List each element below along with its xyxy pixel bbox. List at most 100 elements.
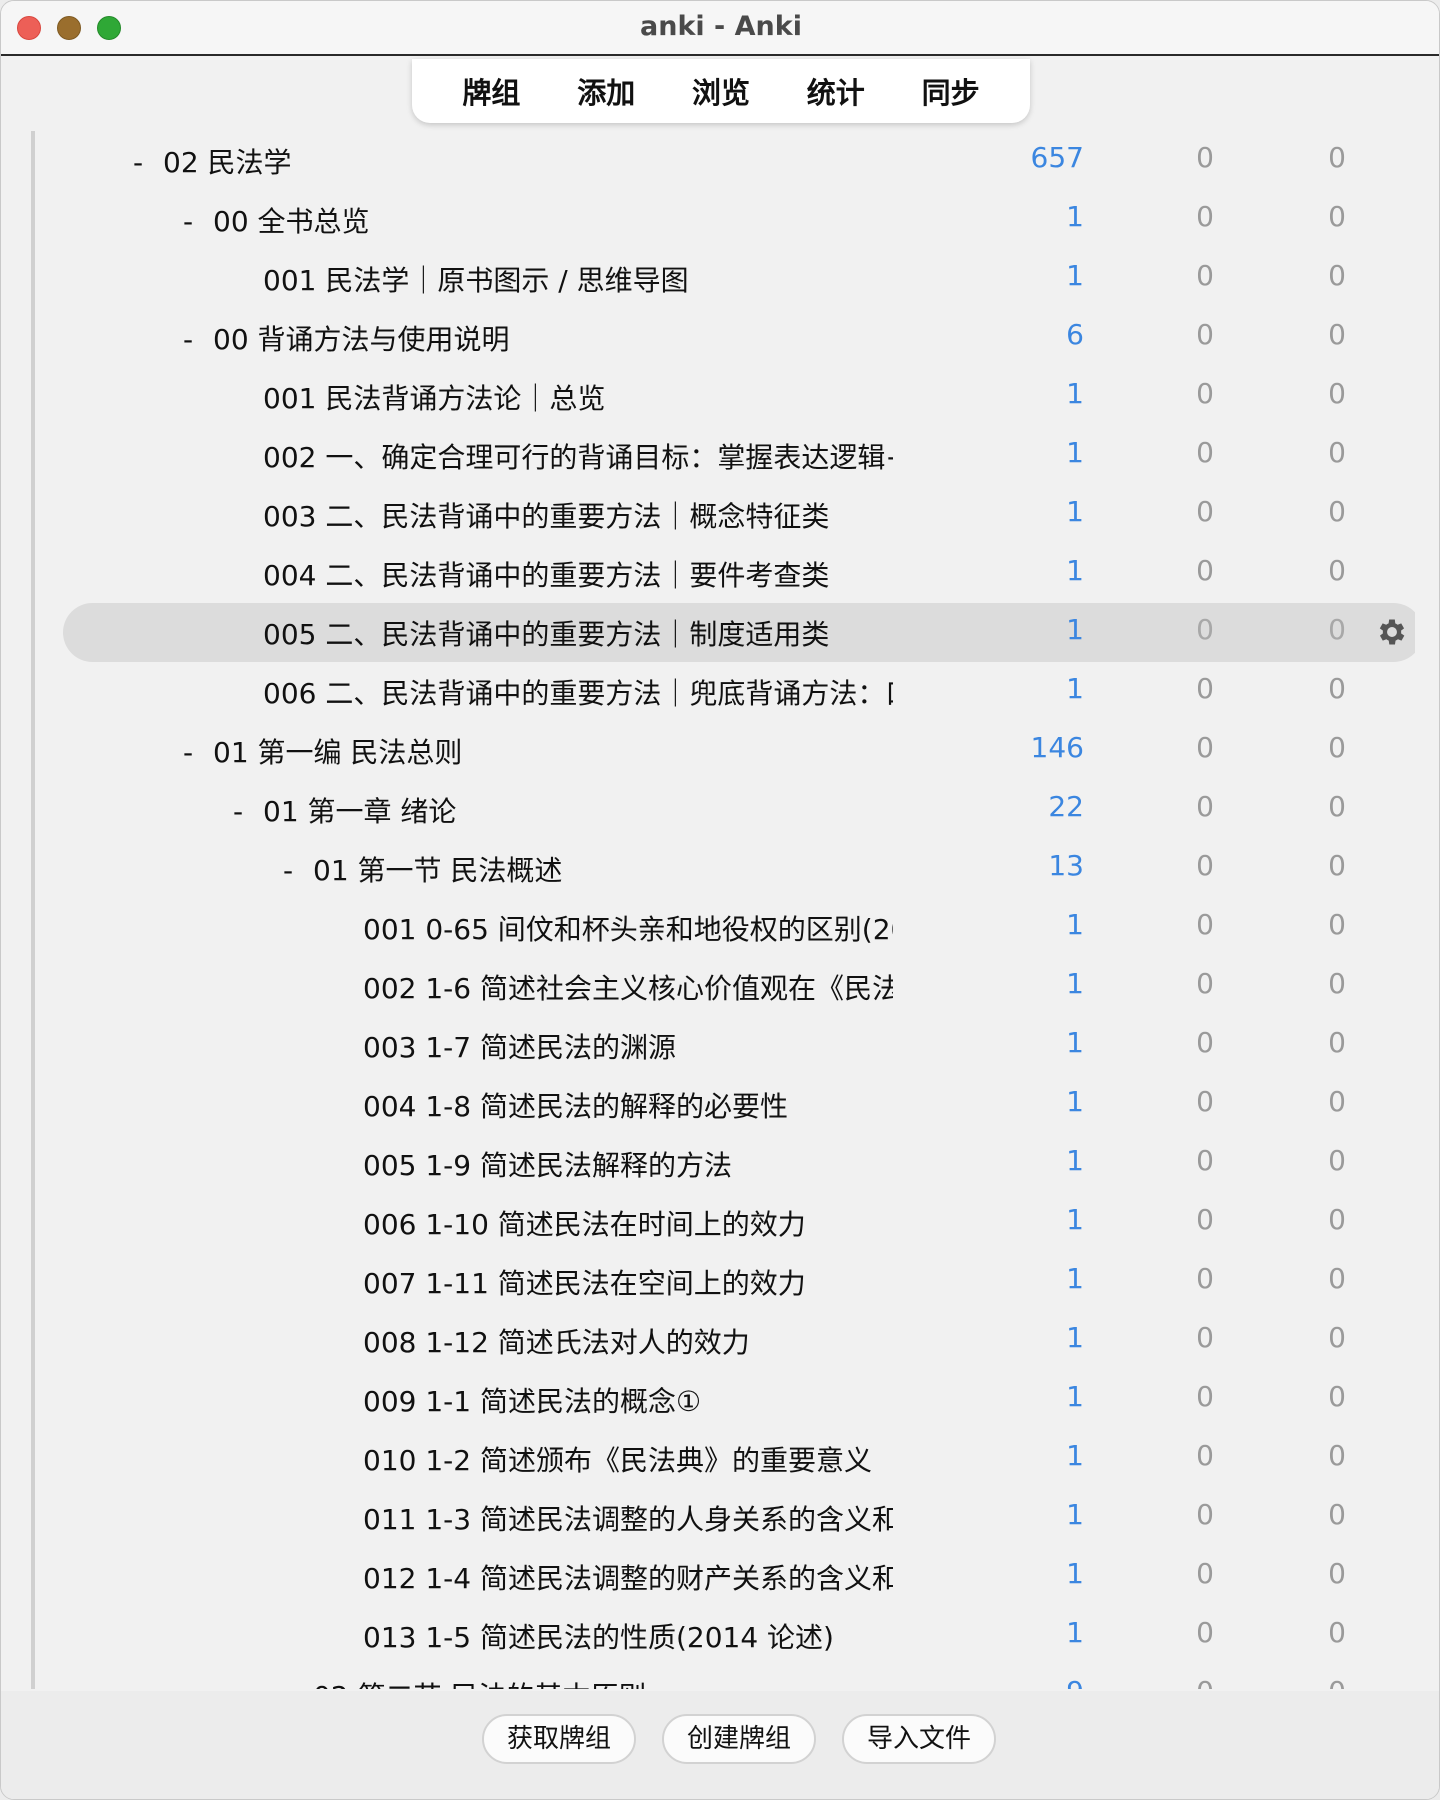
import-file-button[interactable]: 导入文件 bbox=[842, 1714, 996, 1764]
deck-row[interactable]: 002 一、确定合理可行的背诵目标：掌握表达逻辑+关 1 0 0 bbox=[63, 426, 1415, 485]
deck-name[interactable]: 009 1-1 简述民法的概念① bbox=[363, 1380, 893, 1420]
toolbar-browse-button[interactable]: 浏览 bbox=[678, 66, 764, 116]
deck-name[interactable]: -01 第一章 绪论 bbox=[233, 790, 863, 830]
collapse-toggle[interactable]: - bbox=[283, 1680, 313, 1689]
deck-name[interactable]: 003 1-7 简述民法的渊源 bbox=[363, 1026, 893, 1066]
deck-row[interactable]: 013 1-5 简述民法的性质(2014 论述) 1 0 0 bbox=[63, 1606, 1415, 1665]
deck-name[interactable]: 001 0-65 间伩和杯头亲和地役权的区别(2011 bbox=[363, 908, 893, 948]
new-count: 1 bbox=[1066, 377, 1084, 410]
deck-label: 012 1-4 简述民法调整的财产关系的含义和特 bbox=[363, 1562, 893, 1595]
deck-row[interactable]: 004 1-8 简述民法的解释的必要性 1 0 0 bbox=[63, 1075, 1415, 1134]
due-count: 0 bbox=[1328, 259, 1346, 292]
deck-row[interactable]: 011 1-3 简述民法调整的人身关系的含义和特 1 0 0 bbox=[63, 1488, 1415, 1547]
deck-name[interactable]: 008 1-12 简述氏法对人的效力 bbox=[363, 1321, 893, 1361]
new-count: 1 bbox=[1066, 1144, 1084, 1177]
deck-label: 001 0-65 间伩和杯头亲和地役权的区别(2011 bbox=[363, 913, 893, 946]
toolbar-add-button[interactable]: 添加 bbox=[563, 66, 649, 116]
toolbar-stats-button[interactable]: 统计 bbox=[793, 66, 879, 116]
deck-row[interactable]: 005 二、民法背诵中的重要方法｜制度适用类 1 0 0 bbox=[63, 603, 1415, 662]
deck-row[interactable]: -01 第一节 民法概述 13 0 0 bbox=[63, 839, 1415, 898]
deck-row[interactable]: 003 1-7 简述民法的渊源 1 0 0 bbox=[63, 1016, 1415, 1075]
deck-name[interactable]: 004 二、民法背诵中的重要方法｜要件考查类 bbox=[263, 554, 893, 594]
deck-label: 013 1-5 简述民法的性质(2014 论述) bbox=[363, 1621, 834, 1654]
new-count: 1 bbox=[1066, 672, 1084, 705]
deck-row[interactable]: 001 0-65 间伩和杯头亲和地役权的区别(2011 1 0 0 bbox=[63, 898, 1415, 957]
deck-row[interactable]: -01 第一编 民法总则 146 0 0 bbox=[63, 721, 1415, 780]
deck-row[interactable]: -01 第一章 绪论 22 0 0 bbox=[63, 780, 1415, 839]
collapse-toggle[interactable]: - bbox=[283, 854, 313, 887]
toolbar-decks-button[interactable]: 牌组 bbox=[448, 66, 534, 116]
deck-label: 003 1-7 简述民法的渊源 bbox=[363, 1031, 676, 1064]
deck-name[interactable]: 003 二、民法背诵中的重要方法｜概念特征类 bbox=[263, 495, 893, 535]
due-count: 0 bbox=[1328, 1321, 1346, 1354]
deck-name[interactable]: 001 民法学｜原书图示 / 思维导图 bbox=[263, 259, 893, 299]
deck-name[interactable]: 001 民法背诵方法论｜总览 bbox=[263, 377, 893, 417]
new-count: 6 bbox=[1066, 318, 1084, 351]
deck-row[interactable]: 001 民法学｜原书图示 / 思维导图 1 0 0 bbox=[63, 249, 1415, 308]
deck-name[interactable]: -01 第一编 民法总则 bbox=[183, 731, 863, 771]
collapse-toggle[interactable]: - bbox=[133, 146, 163, 179]
deck-name[interactable]: 005 1-9 简述民法解释的方法 bbox=[363, 1144, 893, 1184]
deck-list[interactable]: -02 民法学 657 0 0-00 全书总览 1 0 0 001 民法学｜原书图示 / 思维… bbox=[27, 131, 1415, 1689]
collapse-toggle[interactable]: - bbox=[233, 795, 263, 828]
deck-row[interactable]: 009 1-1 简述民法的概念① 1 0 0 bbox=[63, 1370, 1415, 1429]
new-count: 1 bbox=[1066, 1085, 1084, 1118]
new-count: 13 bbox=[1048, 849, 1084, 882]
deck-row[interactable]: 002 1-6 简述社会主义核心价值观在《民法典 1 0 0 bbox=[63, 957, 1415, 1016]
deck-row[interactable]: 003 二、民法背诵中的重要方法｜概念特征类 1 0 0 bbox=[63, 485, 1415, 544]
deck-name[interactable]: -02 第二节 民法的基本原则 bbox=[283, 1675, 863, 1689]
collapse-toggle[interactable]: - bbox=[183, 323, 213, 356]
title-bar: anki - Anki bbox=[1, 1, 1439, 56]
deck-name[interactable]: 002 1-6 简述社会主义核心价值观在《民法典 bbox=[363, 967, 893, 1007]
deck-row[interactable]: -02 第二节 民法的基本原则 9 0 0 bbox=[63, 1665, 1415, 1689]
deck-row[interactable]: 006 1-10 简述民法在时间上的效力 1 0 0 bbox=[63, 1193, 1415, 1252]
deck-name[interactable]: -01 第一节 民法概述 bbox=[283, 849, 863, 889]
deck-row[interactable]: 012 1-4 简述民法调整的财产关系的含义和特 1 0 0 bbox=[63, 1547, 1415, 1606]
deck-row[interactable]: 007 1-11 简述民法在空间上的效力 1 0 0 bbox=[63, 1252, 1415, 1311]
deck-row[interactable]: 005 1-9 简述民法解释的方法 1 0 0 bbox=[63, 1134, 1415, 1193]
deck-label: 001 民法背诵方法论｜总览 bbox=[263, 382, 606, 415]
get-shared-button[interactable]: 获取牌组 bbox=[482, 1714, 636, 1764]
deck-name[interactable]: -02 民法学 bbox=[133, 141, 863, 181]
deck-name[interactable]: -00 全书总览 bbox=[183, 200, 863, 240]
toolbar-sync-button[interactable]: 同步 bbox=[908, 66, 994, 116]
deck-name[interactable]: -00 背诵方法与使用说明 bbox=[183, 318, 863, 358]
deck-name[interactable]: 006 二、民法背诵中的重要方法｜兜底背诵方法：口 bbox=[263, 672, 893, 712]
deck-row[interactable]: 001 民法背诵方法论｜总览 1 0 0 bbox=[63, 367, 1415, 426]
deck-row[interactable]: 004 二、民法背诵中的重要方法｜要件考查类 1 0 0 bbox=[63, 544, 1415, 603]
new-count: 1 bbox=[1066, 908, 1084, 941]
deck-label: 010 1-2 简述颁布《民法典》的重要意义 bbox=[363, 1444, 872, 1477]
deck-name[interactable]: 013 1-5 简述民法的性质(2014 论述) bbox=[363, 1616, 893, 1656]
deck-label: 002 一、确定合理可行的背诵目标：掌握表达逻辑+关 bbox=[263, 441, 893, 474]
due-count: 0 bbox=[1328, 1498, 1346, 1531]
deck-name[interactable]: 005 二、民法背诵中的重要方法｜制度适用类 bbox=[263, 613, 893, 653]
new-count: 1 bbox=[1066, 1321, 1084, 1354]
learn-count: 0 bbox=[1196, 1203, 1214, 1236]
deck-row[interactable]: 010 1-2 简述颁布《民法典》的重要意义 1 0 0 bbox=[63, 1429, 1415, 1488]
new-count: 1 bbox=[1066, 1380, 1084, 1413]
collapse-toggle[interactable]: - bbox=[183, 205, 213, 238]
collapse-toggle[interactable]: - bbox=[183, 736, 213, 769]
deck-label: 01 第一编 民法总则 bbox=[213, 736, 463, 769]
learn-count: 0 bbox=[1196, 1557, 1214, 1590]
deck-name[interactable]: 006 1-10 简述民法在时间上的效力 bbox=[363, 1203, 893, 1243]
due-count: 0 bbox=[1328, 377, 1346, 410]
deck-label: 004 1-8 简述民法的解释的必要性 bbox=[363, 1090, 788, 1123]
deck-row[interactable]: -02 民法学 657 0 0 bbox=[63, 131, 1415, 190]
gear-icon[interactable] bbox=[1375, 615, 1409, 649]
deck-row[interactable]: 006 二、民法背诵中的重要方法｜兜底背诵方法：口 1 0 0 bbox=[63, 662, 1415, 721]
deck-row[interactable]: -00 全书总览 1 0 0 bbox=[63, 190, 1415, 249]
deck-label: 011 1-3 简述民法调整的人身关系的含义和特 bbox=[363, 1503, 893, 1536]
deck-name[interactable]: 004 1-8 简述民法的解释的必要性 bbox=[363, 1085, 893, 1125]
deck-name[interactable]: 007 1-11 简述民法在空间上的效力 bbox=[363, 1262, 893, 1302]
deck-name[interactable]: 011 1-3 简述民法调整的人身关系的含义和特 bbox=[363, 1498, 893, 1538]
deck-row[interactable]: 008 1-12 简述氏法对人的效力 1 0 0 bbox=[63, 1311, 1415, 1370]
deck-name[interactable]: 002 一、确定合理可行的背诵目标：掌握表达逻辑+关 bbox=[263, 436, 893, 476]
due-count: 0 bbox=[1328, 1262, 1346, 1295]
create-deck-button[interactable]: 创建牌组 bbox=[662, 1714, 816, 1764]
new-count: 1 bbox=[1066, 554, 1084, 587]
deck-row[interactable]: -00 背诵方法与使用说明 6 0 0 bbox=[63, 308, 1415, 367]
due-count: 0 bbox=[1328, 1144, 1346, 1177]
deck-name[interactable]: 012 1-4 简述民法调整的财产关系的含义和特 bbox=[363, 1557, 893, 1597]
deck-name[interactable]: 010 1-2 简述颁布《民法典》的重要意义 bbox=[363, 1439, 893, 1479]
